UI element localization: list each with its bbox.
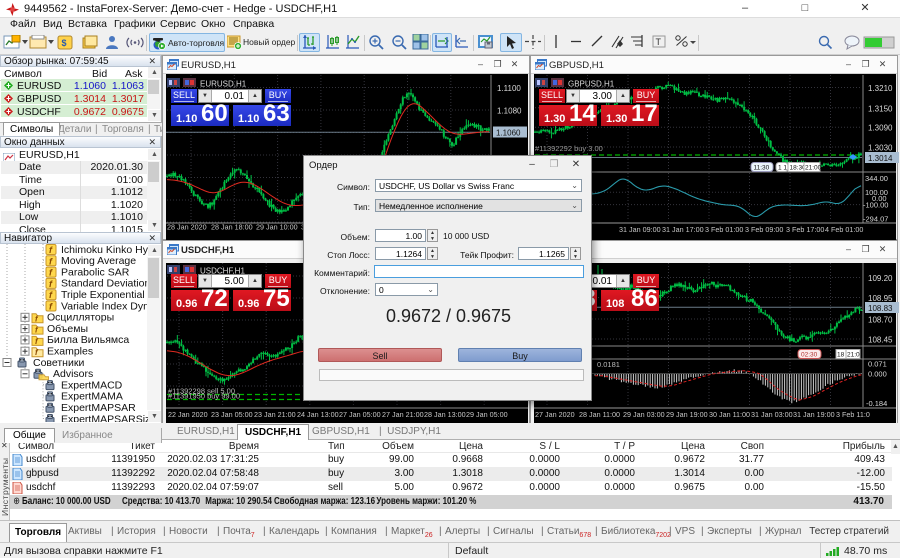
svg-text:Standard Deviation: Standard Deviation	[61, 278, 148, 290]
svg-text:1.1060: 1.1060	[496, 129, 521, 138]
svg-text:31 Jan 19:00: 31 Jan 19:00	[793, 410, 835, 419]
svg-text:1.3210: 1.3210	[868, 84, 893, 93]
svg-text:31 Jan 17:00: 31 Jan 17:00	[662, 225, 704, 234]
svg-text:29 Jan 05:00: 29 Jan 05:00	[466, 410, 508, 419]
svg-text:Examples: Examples	[47, 346, 93, 358]
svg-text:Билла Вильямса: Билла Вильямса	[47, 334, 129, 346]
svg-text:28 Jan 2020: 28 Jan 2020	[167, 223, 207, 232]
svg-text:02:30: 02:30	[801, 352, 818, 359]
svg-text:0.000: 0.000	[868, 370, 887, 379]
svg-text:108.45: 108.45	[868, 336, 893, 345]
svg-text:27 Jan 05:00: 27 Jan 05:00	[339, 410, 381, 419]
svg-text:3 Feb 17:00: 3 Feb 17:00	[786, 225, 824, 234]
svg-text:-0.184: -0.184	[866, 399, 887, 408]
svg-text:$: $	[62, 38, 67, 48]
svg-text:108.70: 108.70	[868, 316, 893, 325]
svg-text:31 Jan 09:00: 31 Jan 09:00	[619, 225, 661, 234]
svg-text:23 Jan 05:00: 23 Jan 05:00	[211, 410, 253, 419]
svg-text:Moving Average: Moving Average	[61, 255, 136, 267]
svg-text:29 Jan 19:00: 29 Jan 19:00	[666, 410, 708, 419]
svg-text:Объемы: Объемы	[47, 323, 88, 335]
svg-text:GBPUSD,H1: GBPUSD,H1	[568, 80, 615, 89]
svg-text:18: 18	[837, 352, 845, 359]
svg-text:30 Jan 11:00: 30 Jan 11:00	[709, 410, 750, 419]
svg-text:Советники: Советники	[33, 357, 84, 369]
svg-text:Advisors: Advisors	[53, 368, 93, 380]
svg-text:23 Jan 21:00: 23 Jan 21:00	[254, 410, 296, 419]
svg-text:Ichimoku Kinko Hyo: Ichimoku Kinko Hyo	[61, 244, 148, 256]
svg-text:28 Jan 13:00: 28 Jan 13:00	[424, 410, 466, 419]
svg-text:Triple Exponential Movin: Triple Exponential Movin	[61, 289, 148, 301]
svg-text:Осцилляторы: Осцилляторы	[47, 312, 114, 324]
svg-text:ExpertMAPSAR: ExpertMAPSAR	[61, 402, 136, 414]
svg-text:4 Feb 01:00: 4 Feb 01:00	[825, 225, 863, 234]
svg-text:3 Feb 01:00: 3 Feb 01:00	[705, 225, 743, 234]
svg-text:108.83: 108.83	[868, 304, 893, 313]
svg-text:EURUSD,H1: EURUSD,H1	[200, 80, 247, 89]
svg-text:1.3014: 1.3014	[868, 154, 893, 163]
svg-text:21:0: 21:0	[847, 352, 860, 359]
svg-text:1.1100: 1.1100	[497, 84, 521, 93]
svg-text:0.071: 0.071	[868, 360, 887, 369]
svg-text:Variable Index Dynamic A: Variable Index Dynamic A	[61, 300, 148, 312]
svg-text:11:30: 11:30	[754, 165, 770, 172]
svg-text:3 Feb 11:0: 3 Feb 11:0	[836, 410, 870, 419]
svg-text:28 Jan 18:00: 28 Jan 18:00	[211, 223, 253, 232]
svg-text:27 Jan 21:00: 27 Jan 21:00	[382, 410, 424, 419]
svg-text:1.1080: 1.1080	[497, 107, 522, 116]
svg-text:1.3030: 1.3030	[868, 144, 893, 153]
svg-text:ExpertMACD: ExpertMACD	[61, 379, 123, 391]
svg-text:344.00: 344.00	[865, 174, 888, 183]
svg-text:109.20: 109.20	[868, 274, 893, 283]
svg-text:-100.00: -100.00	[863, 201, 888, 210]
svg-text:#11392292 buy 3.00: #11392292 buy 3.00	[535, 144, 603, 153]
svg-text:27 Jan 2020: 27 Jan 2020	[535, 410, 575, 419]
svg-text:1.3090: 1.3090	[868, 124, 893, 133]
svg-text:1 1: 1 1	[778, 165, 787, 172]
svg-text:ExpertMAMA: ExpertMAMA	[61, 391, 123, 403]
svg-text:#11391950 buy 99.00: #11391950 buy 99.00	[168, 392, 240, 401]
svg-text:Parabolic SAR: Parabolic SAR	[61, 266, 130, 278]
svg-text:3 Feb 09:00: 3 Feb 09:00	[745, 225, 783, 234]
svg-text:31 Jan 03:00: 31 Jan 03:00	[751, 410, 793, 419]
svg-text:22 Jan 2020: 22 Jan 2020	[168, 410, 208, 419]
svg-text:28 Jan 11:00: 28 Jan 11:00	[579, 410, 620, 419]
svg-text:21:00: 21:00	[805, 165, 822, 172]
svg-text:29 Jan 03:00: 29 Jan 03:00	[623, 410, 665, 419]
svg-text:-294.07: -294.07	[863, 215, 888, 224]
svg-text:24 Jan 13:00: 24 Jan 13:00	[297, 410, 339, 419]
svg-text:ExpertMAPSARSizeOptim: ExpertMAPSARSizeOptim	[61, 413, 148, 422]
svg-text:108.95: 108.95	[868, 294, 893, 303]
svg-text:T: T	[656, 37, 662, 47]
svg-text:1.3150: 1.3150	[868, 104, 893, 113]
svg-text:0.0181: 0.0181	[597, 360, 620, 369]
